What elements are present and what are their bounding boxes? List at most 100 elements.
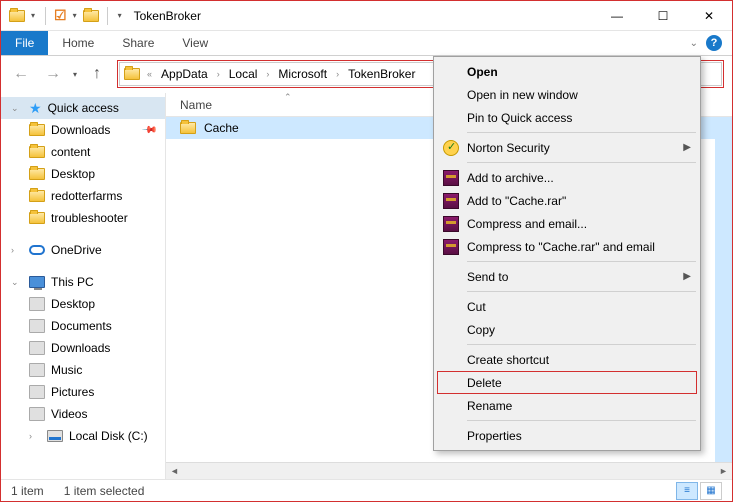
sidebar-label: Downloads	[51, 341, 110, 355]
addressbar-folder-icon	[124, 68, 140, 80]
ctx-delete[interactable]: Delete	[437, 371, 697, 394]
sidebar-item[interactable]: redotterfarms	[1, 185, 165, 207]
tab-view[interactable]: View	[168, 31, 222, 55]
ctx-compress-cache-email[interactable]: Compress to "Cache.rar" and email	[437, 235, 697, 258]
ctx-rename[interactable]: Rename	[437, 394, 697, 417]
ctx-open-new-window[interactable]: Open in new window	[437, 83, 697, 106]
folder-icon	[29, 190, 45, 202]
context-menu: Open Open in new window Pin to Quick acc…	[433, 56, 701, 451]
downloads-icon	[29, 341, 45, 355]
ctx-open[interactable]: Open	[437, 60, 697, 83]
pin-icon: 📌	[140, 122, 157, 139]
nav-up-button[interactable]: ↑	[83, 60, 111, 88]
videos-icon	[29, 407, 45, 421]
breadcrumb-overflow[interactable]: «	[144, 69, 155, 79]
expand-icon[interactable]: ›	[11, 245, 23, 255]
close-button[interactable]: ✕	[686, 1, 732, 31]
ribbon-collapse-icon[interactable]: ⌄	[690, 38, 698, 49]
quick-access-toolbar: ▾ ☑ ▾ ▾	[1, 7, 124, 25]
tab-share[interactable]: Share	[108, 31, 168, 55]
qat-customize-arrow[interactable]: ▾	[116, 11, 124, 20]
cloud-icon	[29, 245, 45, 255]
sidebar-label: redotterfarms	[51, 189, 122, 203]
tab-file[interactable]: File	[1, 31, 48, 55]
file-name: Cache	[204, 121, 239, 135]
ctx-separator	[467, 132, 696, 133]
sidebar-item[interactable]: Music	[1, 359, 165, 381]
sidebar-label: content	[51, 145, 90, 159]
breadcrumb-item[interactable]: AppData	[159, 67, 210, 81]
ctx-pin-quick-access[interactable]: Pin to Quick access	[437, 106, 697, 129]
view-details-button[interactable]: ≡	[676, 482, 698, 500]
help-icon[interactable]: ?	[706, 35, 722, 51]
sidebar-label: Videos	[51, 407, 87, 421]
ctx-properties[interactable]: Properties	[437, 424, 697, 447]
submenu-arrow-icon: ▶	[683, 142, 691, 153]
sort-indicator-icon: ⌃	[284, 92, 292, 103]
sidebar-item[interactable]: content	[1, 141, 165, 163]
pc-icon	[29, 276, 45, 288]
ctx-copy[interactable]: Copy	[437, 318, 697, 341]
breadcrumb-item[interactable]: Microsoft	[276, 67, 329, 81]
maximize-button[interactable]: ☐	[640, 1, 686, 31]
ctx-compress-email[interactable]: Compress and email...	[437, 212, 697, 235]
sidebar-onedrive[interactable]: ›OneDrive	[1, 239, 165, 261]
desktop-icon	[29, 297, 45, 311]
ctx-separator	[467, 420, 696, 421]
star-icon: ★	[29, 100, 42, 117]
breadcrumb-item[interactable]: TokenBroker	[346, 67, 417, 81]
sidebar-label: Pictures	[51, 385, 94, 399]
ctx-norton-security[interactable]: Norton Security▶	[437, 136, 697, 159]
sidebar-label: troubleshooter	[51, 211, 128, 225]
view-icons-button[interactable]: ▦	[700, 482, 722, 500]
vertical-scrollbar[interactable]	[715, 117, 732, 462]
sidebar-quick-access[interactable]: ⌄ ★ Quick access	[1, 97, 165, 119]
ctx-cut[interactable]: Cut	[437, 295, 697, 318]
ctx-add-to-cache-rar[interactable]: Add to "Cache.rar"	[437, 189, 697, 212]
sidebar-this-pc[interactable]: ⌄ This PC	[1, 271, 165, 293]
scroll-right-icon[interactable]: ►	[715, 463, 732, 480]
properties-qat-icon[interactable]: ☑	[54, 7, 67, 24]
folder-icon	[29, 124, 45, 136]
sidebar-item[interactable]: Videos	[1, 403, 165, 425]
ctx-separator	[467, 261, 696, 262]
expand-icon[interactable]: ›	[29, 431, 41, 441]
sidebar-item[interactable]: Pictures	[1, 381, 165, 403]
app-icon[interactable]	[9, 10, 25, 22]
tab-home[interactable]: Home	[48, 31, 108, 55]
ctx-send-to[interactable]: Send to▶	[437, 265, 697, 288]
nav-history-arrow[interactable]: ▾	[71, 70, 79, 79]
sidebar-label: Documents	[51, 319, 112, 333]
statusbar: 1 item 1 item selected ≡ ▦	[1, 479, 732, 501]
qat-arrow[interactable]: ▾	[71, 11, 79, 20]
ctx-add-to-archive[interactable]: Add to archive...	[437, 166, 697, 189]
sidebar-label: Downloads	[51, 123, 110, 137]
sidebar-label: This PC	[51, 275, 94, 289]
sidebar-item[interactable]: ›Local Disk (C:)	[1, 425, 165, 447]
horizontal-scrollbar[interactable]: ◄ ►	[166, 462, 732, 479]
submenu-arrow-icon: ▶	[683, 271, 691, 282]
titlebar: ▾ ☑ ▾ ▾ TokenBroker — ☐ ✕	[1, 1, 732, 31]
explorer-window: ▾ ☑ ▾ ▾ TokenBroker — ☐ ✕ File Home Shar…	[0, 0, 733, 502]
disk-icon	[47, 430, 63, 442]
sidebar-item[interactable]: Documents	[1, 315, 165, 337]
new-folder-qat-icon[interactable]	[83, 10, 99, 22]
scroll-left-icon[interactable]: ◄	[166, 463, 183, 480]
breadcrumb-item[interactable]: Local	[227, 67, 260, 81]
nav-forward-button[interactable]: →	[39, 60, 67, 88]
expand-icon[interactable]: ⌄	[11, 103, 23, 114]
sidebar-item[interactable]: troubleshooter	[1, 207, 165, 229]
sidebar-item[interactable]: Desktop	[1, 163, 165, 185]
sidebar-item[interactable]: Desktop	[1, 293, 165, 315]
norton-icon	[443, 140, 459, 156]
ctx-create-shortcut[interactable]: Create shortcut	[437, 348, 697, 371]
ctx-separator	[467, 291, 696, 292]
sidebar-item[interactable]: Downloads 📌	[1, 119, 165, 141]
ctx-separator	[467, 344, 696, 345]
folder-icon	[29, 146, 45, 158]
app-menu-arrow[interactable]: ▾	[29, 11, 37, 20]
sidebar-item[interactable]: Downloads	[1, 337, 165, 359]
expand-icon[interactable]: ⌄	[11, 277, 23, 288]
nav-back-button[interactable]: ←	[7, 60, 35, 88]
minimize-button[interactable]: —	[594, 1, 640, 31]
